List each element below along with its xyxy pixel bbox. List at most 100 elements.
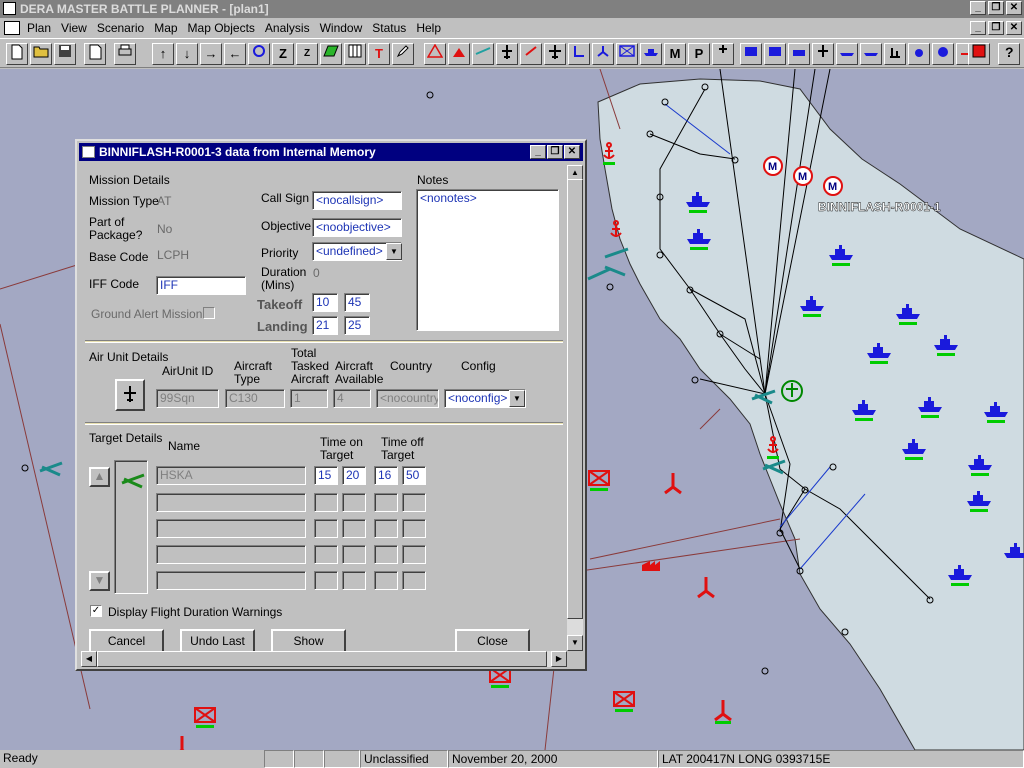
undo-last-button[interactable]: Undo Last: [180, 629, 255, 653]
menu-map-objects[interactable]: Map Objects: [183, 21, 260, 35]
zoom-out-icon[interactable]: Z: [296, 43, 318, 65]
document-icon[interactable]: [4, 21, 20, 35]
report-1-icon[interactable]: [740, 43, 762, 65]
time-off-hour-field[interactable]: [374, 571, 398, 590]
time-on-minute-field[interactable]: 20: [342, 466, 366, 485]
time-on-minute-field[interactable]: [342, 571, 366, 590]
aircraft-icon[interactable]: [496, 43, 518, 65]
time-on-hour-field[interactable]: [314, 545, 338, 564]
help-icon[interactable]: ?: [998, 43, 1020, 65]
move-up-icon[interactable]: ↑: [152, 43, 174, 65]
iff-code-field[interactable]: IFF: [156, 276, 246, 295]
mbp-file-icon[interactable]: [84, 43, 106, 65]
dialog-close-button[interactable]: ✕: [564, 145, 580, 159]
target-box-icon[interactable]: [616, 43, 638, 65]
chevron-down-icon[interactable]: ▼: [509, 390, 525, 407]
time-on-minute-field[interactable]: [342, 545, 366, 564]
center-icon[interactable]: [248, 43, 270, 65]
aircraft-button[interactable]: [115, 379, 145, 411]
target-name-field[interactable]: [156, 571, 306, 590]
time-off-minute-field[interactable]: [402, 545, 426, 564]
time-on-minute-field[interactable]: [342, 493, 366, 512]
save-disk-icon[interactable]: [54, 43, 76, 65]
cancel-button[interactable]: Cancel: [89, 629, 164, 653]
takeoff-hour-field[interactable]: 10: [312, 293, 338, 312]
landing-hour-field[interactable]: 21: [312, 316, 338, 335]
menu-plan[interactable]: Plan: [22, 21, 56, 35]
target-name-field[interactable]: [156, 519, 306, 538]
horizontal-scrollbar[interactable]: ◀ ▶: [81, 651, 567, 667]
ship-icon[interactable]: [640, 43, 662, 65]
dmpi-icon[interactable]: [448, 43, 470, 65]
menu-window[interactable]: Window: [315, 21, 368, 35]
move-left-icon[interactable]: ←: [224, 43, 246, 65]
notes-textarea[interactable]: <nonotes>: [416, 189, 559, 331]
app-report-icon[interactable]: [860, 43, 882, 65]
air-unit-icon[interactable]: [544, 43, 566, 65]
stop-icon[interactable]: [968, 43, 990, 65]
time-on-hour-field[interactable]: [314, 571, 338, 590]
sam-site-icon[interactable]: [592, 43, 614, 65]
grid-icon[interactable]: [344, 43, 366, 65]
lltr-icon[interactable]: [788, 43, 810, 65]
time-off-hour-field[interactable]: 16: [374, 466, 398, 485]
report-2-icon[interactable]: [764, 43, 786, 65]
scroll-up-button[interactable]: ▲: [89, 467, 110, 487]
show-mission-button[interactable]: Show Mission: [271, 629, 346, 668]
time-off-hour-field[interactable]: [374, 493, 398, 512]
time-off-minute-field[interactable]: [402, 519, 426, 538]
call-sign-field[interactable]: <nocallsign>: [312, 191, 402, 210]
maximize-button[interactable]: ❐: [988, 1, 1004, 15]
airbase-icon[interactable]: [568, 43, 590, 65]
close-dialog-button[interactable]: Close: [455, 629, 530, 653]
print-icon[interactable]: [114, 43, 136, 65]
chevron-down-icon[interactable]: ▼: [386, 243, 402, 260]
dialog-minimize-button[interactable]: _: [530, 145, 546, 159]
menu-map[interactable]: Map: [149, 21, 182, 35]
target-name-field[interactable]: [156, 493, 306, 512]
doc-close-button[interactable]: ✕: [1006, 21, 1022, 35]
aco-icon[interactable]: [712, 43, 734, 65]
doc-restore-button[interactable]: ❐: [988, 21, 1004, 35]
menu-analysis[interactable]: Analysis: [260, 21, 315, 35]
time-off-minute-field[interactable]: 50: [402, 466, 426, 485]
time-off-minute-field[interactable]: [402, 571, 426, 590]
scroll-down-arrow-icon[interactable]: ▼: [567, 635, 583, 651]
time-off-minute-field[interactable]: [402, 493, 426, 512]
landing-minute-field[interactable]: 25: [344, 316, 370, 335]
time-on-hour-field[interactable]: [314, 493, 338, 512]
target-name-field[interactable]: HSKA: [156, 466, 306, 485]
menu-status[interactable]: Status: [367, 21, 411, 35]
p-tool-icon[interactable]: P: [688, 43, 710, 65]
time-on-hour-field[interactable]: 15: [314, 466, 338, 485]
map-layer-icon[interactable]: [320, 43, 342, 65]
ground-alert-checkbox[interactable]: [203, 307, 215, 319]
pencil-icon[interactable]: [392, 43, 414, 65]
vertical-scrollbar[interactable]: ▲ ▼: [567, 165, 583, 651]
doc-minimize-button[interactable]: _: [970, 21, 986, 35]
sigma-stats-icon[interactable]: [884, 43, 906, 65]
flight-warnings-checkbox[interactable]: ✓: [90, 605, 102, 617]
m-tool-icon[interactable]: M: [664, 43, 686, 65]
scroll-right-arrow-icon[interactable]: ▶: [551, 651, 567, 667]
zoom-in-icon[interactable]: Z: [272, 43, 294, 65]
move-down-icon[interactable]: ↓: [176, 43, 198, 65]
dialog-maximize-button[interactable]: ❐: [547, 145, 563, 159]
minimize-button[interactable]: _: [970, 1, 986, 15]
scroll-thumb[interactable]: [567, 179, 583, 619]
sigma-air-icon[interactable]: [812, 43, 834, 65]
new-file-icon[interactable]: [6, 43, 28, 65]
close-app-button[interactable]: ✕: [1006, 1, 1022, 15]
objective-field[interactable]: <noobjective>: [312, 218, 402, 237]
open-folder-icon[interactable]: [30, 43, 52, 65]
target-name-field[interactable]: [156, 545, 306, 564]
scroll-left-arrow-icon[interactable]: ◀: [81, 651, 97, 667]
bg-icon[interactable]: [908, 43, 930, 65]
text-tool-icon[interactable]: T: [368, 43, 390, 65]
takeoff-minute-field[interactable]: 45: [344, 293, 370, 312]
sigma-ship-icon[interactable]: [836, 43, 858, 65]
time-on-hour-field[interactable]: [314, 519, 338, 538]
menu-help[interactable]: Help: [411, 21, 446, 35]
scl-icon[interactable]: [520, 43, 542, 65]
time-on-minute-field[interactable]: [342, 519, 366, 538]
